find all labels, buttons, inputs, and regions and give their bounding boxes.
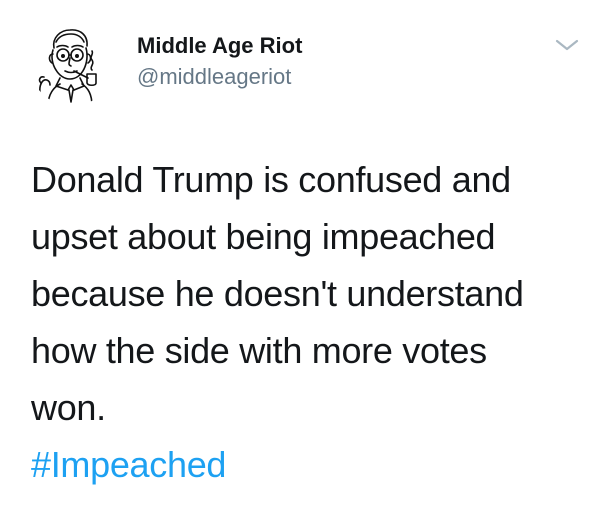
- tweet-text-line: Donald Trump is confused and: [31, 159, 511, 200]
- tweet-text-line: because he doesn't understand: [31, 273, 524, 314]
- author-name[interactable]: Middle Age Riot: [137, 32, 302, 60]
- tweet-text-line: upset about being impeached: [31, 216, 496, 257]
- hashtag-link[interactable]: #Impeached: [31, 436, 226, 493]
- avatar[interactable]: [30, 22, 114, 106]
- tweet-text: Donald Trump is confused and upset about…: [31, 151, 596, 436]
- tweet-text-line: won.: [31, 387, 106, 428]
- tweet-card: Middle Age Riot @middleageriot Donald Tr…: [0, 0, 608, 521]
- tweet-text-line: how the side with more votes: [31, 330, 487, 371]
- chevron-down-icon[interactable]: [554, 36, 580, 54]
- author-handle[interactable]: @middleageriot: [137, 63, 291, 91]
- cartoon-man-with-pipe-icon: [38, 29, 97, 106]
